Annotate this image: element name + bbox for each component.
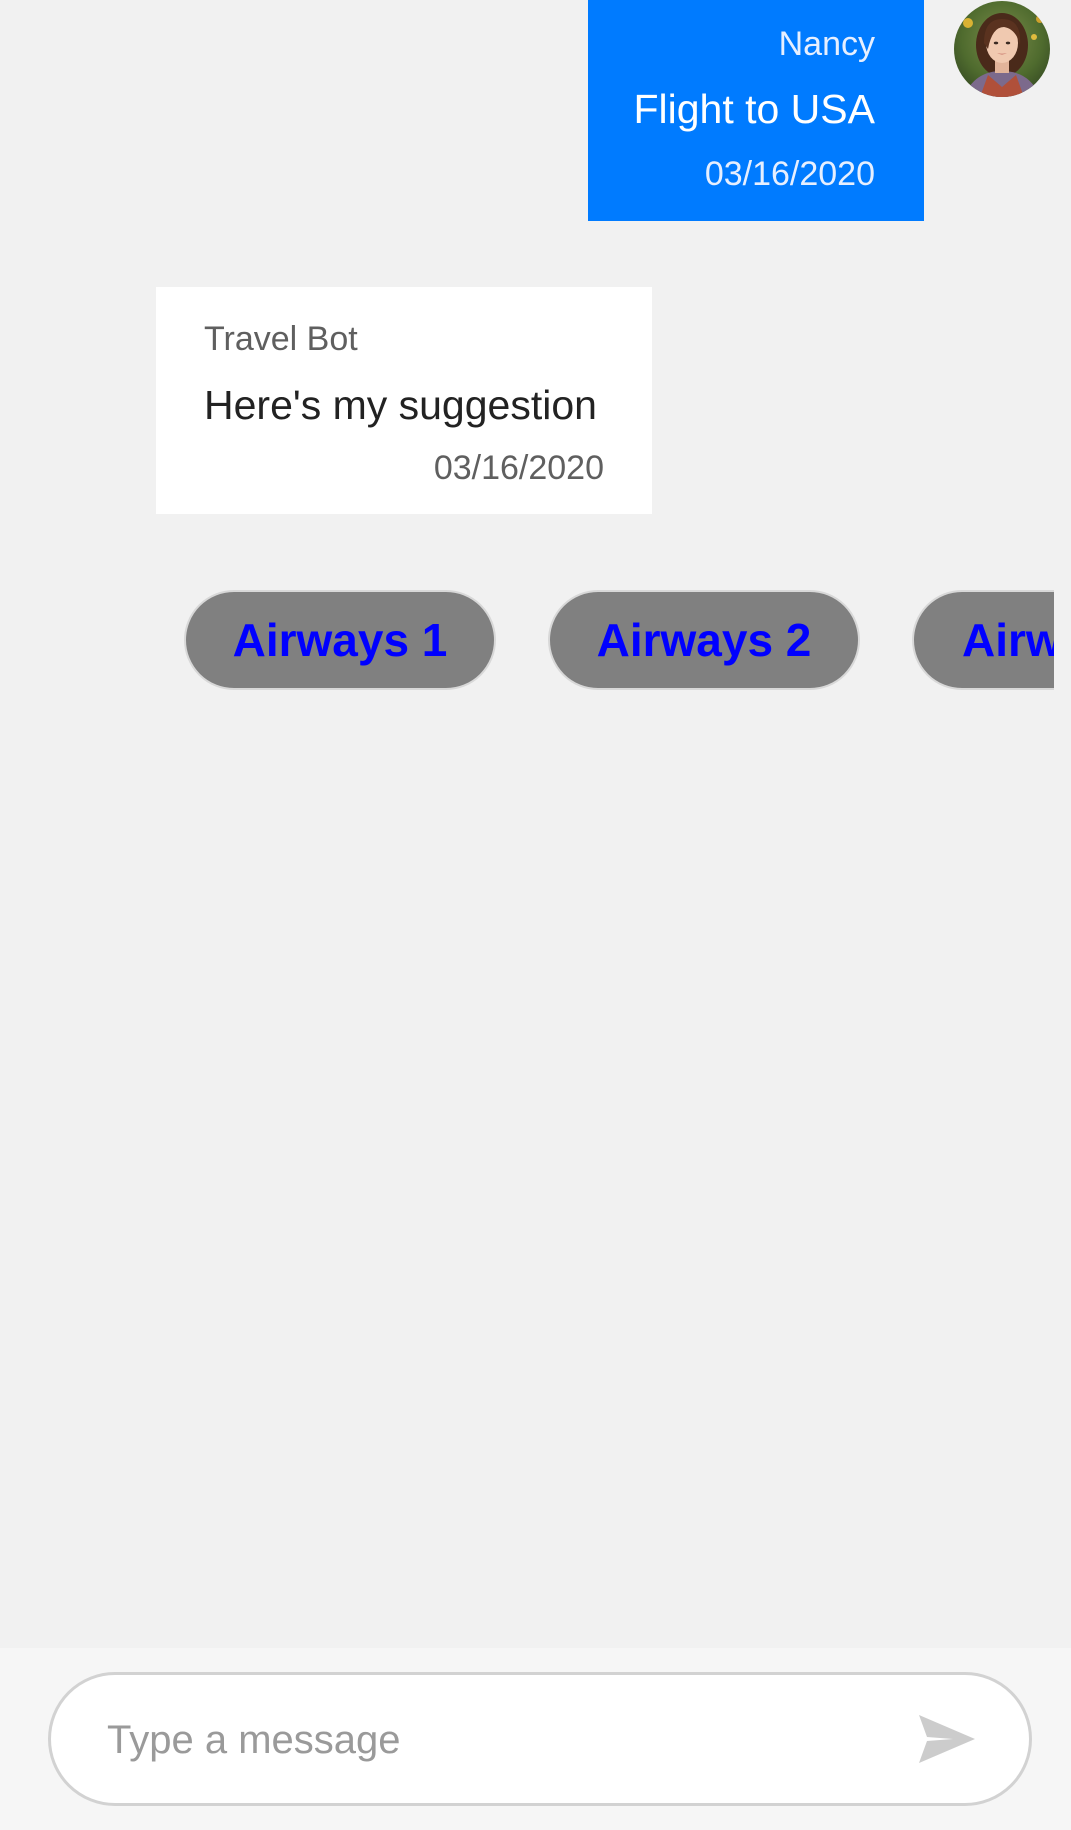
suggested-action-button[interactable]: Airways 1 (184, 590, 496, 690)
suggested-actions[interactable]: Airways 1 Airways 2 Airways 3 (0, 590, 1054, 692)
message-composer (48, 1672, 1032, 1806)
message-date: 03/16/2020 (433, 449, 604, 487)
suggested-action-button[interactable]: Airways 2 (548, 590, 860, 690)
avatar-portrait-icon (954, 1, 1050, 97)
message-author: Nancy (778, 25, 875, 63)
suggested-action-button[interactable]: Airways 3 (912, 590, 1054, 690)
message-text: Flight to USA (633, 86, 875, 132)
bot-message-bubble: Travel Bot Here's my suggestion 03/16/20… (156, 287, 652, 514)
message-date: 03/16/2020 (704, 155, 875, 193)
message-text: Here's my suggestion (204, 382, 597, 428)
send-icon (919, 1715, 975, 1763)
user-message-bubble: Nancy Flight to USA 03/16/2020 (588, 0, 924, 221)
message-author: Travel Bot (204, 320, 358, 358)
avatar (954, 1, 1050, 97)
message-input[interactable] (105, 1707, 889, 1773)
send-button[interactable] (913, 1707, 983, 1771)
